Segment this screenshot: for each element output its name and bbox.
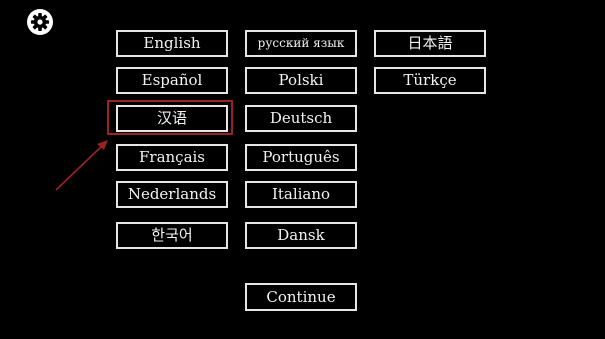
- settings-gear-icon[interactable]: [26, 8, 54, 36]
- language-button-dutch[interactable]: Nederlands: [116, 181, 228, 208]
- language-button-english[interactable]: English: [116, 30, 228, 57]
- language-button-korean[interactable]: 한국어: [116, 222, 228, 249]
- continue-button[interactable]: Continue: [245, 283, 357, 311]
- language-button-russian[interactable]: русский язык: [245, 30, 357, 57]
- language-button-polish[interactable]: Polski: [245, 67, 357, 94]
- language-button-turkish[interactable]: Türkçe: [374, 67, 486, 94]
- language-button-french[interactable]: Français: [116, 144, 228, 171]
- language-button-spanish[interactable]: Español: [116, 67, 228, 94]
- language-button-japanese[interactable]: 日本語: [374, 30, 486, 57]
- language-button-danish[interactable]: Dansk: [245, 222, 357, 249]
- language-button-portuguese[interactable]: Português: [245, 144, 357, 171]
- language-button-italian[interactable]: Italiano: [245, 181, 357, 208]
- language-button-german[interactable]: Deutsch: [245, 105, 357, 132]
- highlight-box: [107, 100, 233, 135]
